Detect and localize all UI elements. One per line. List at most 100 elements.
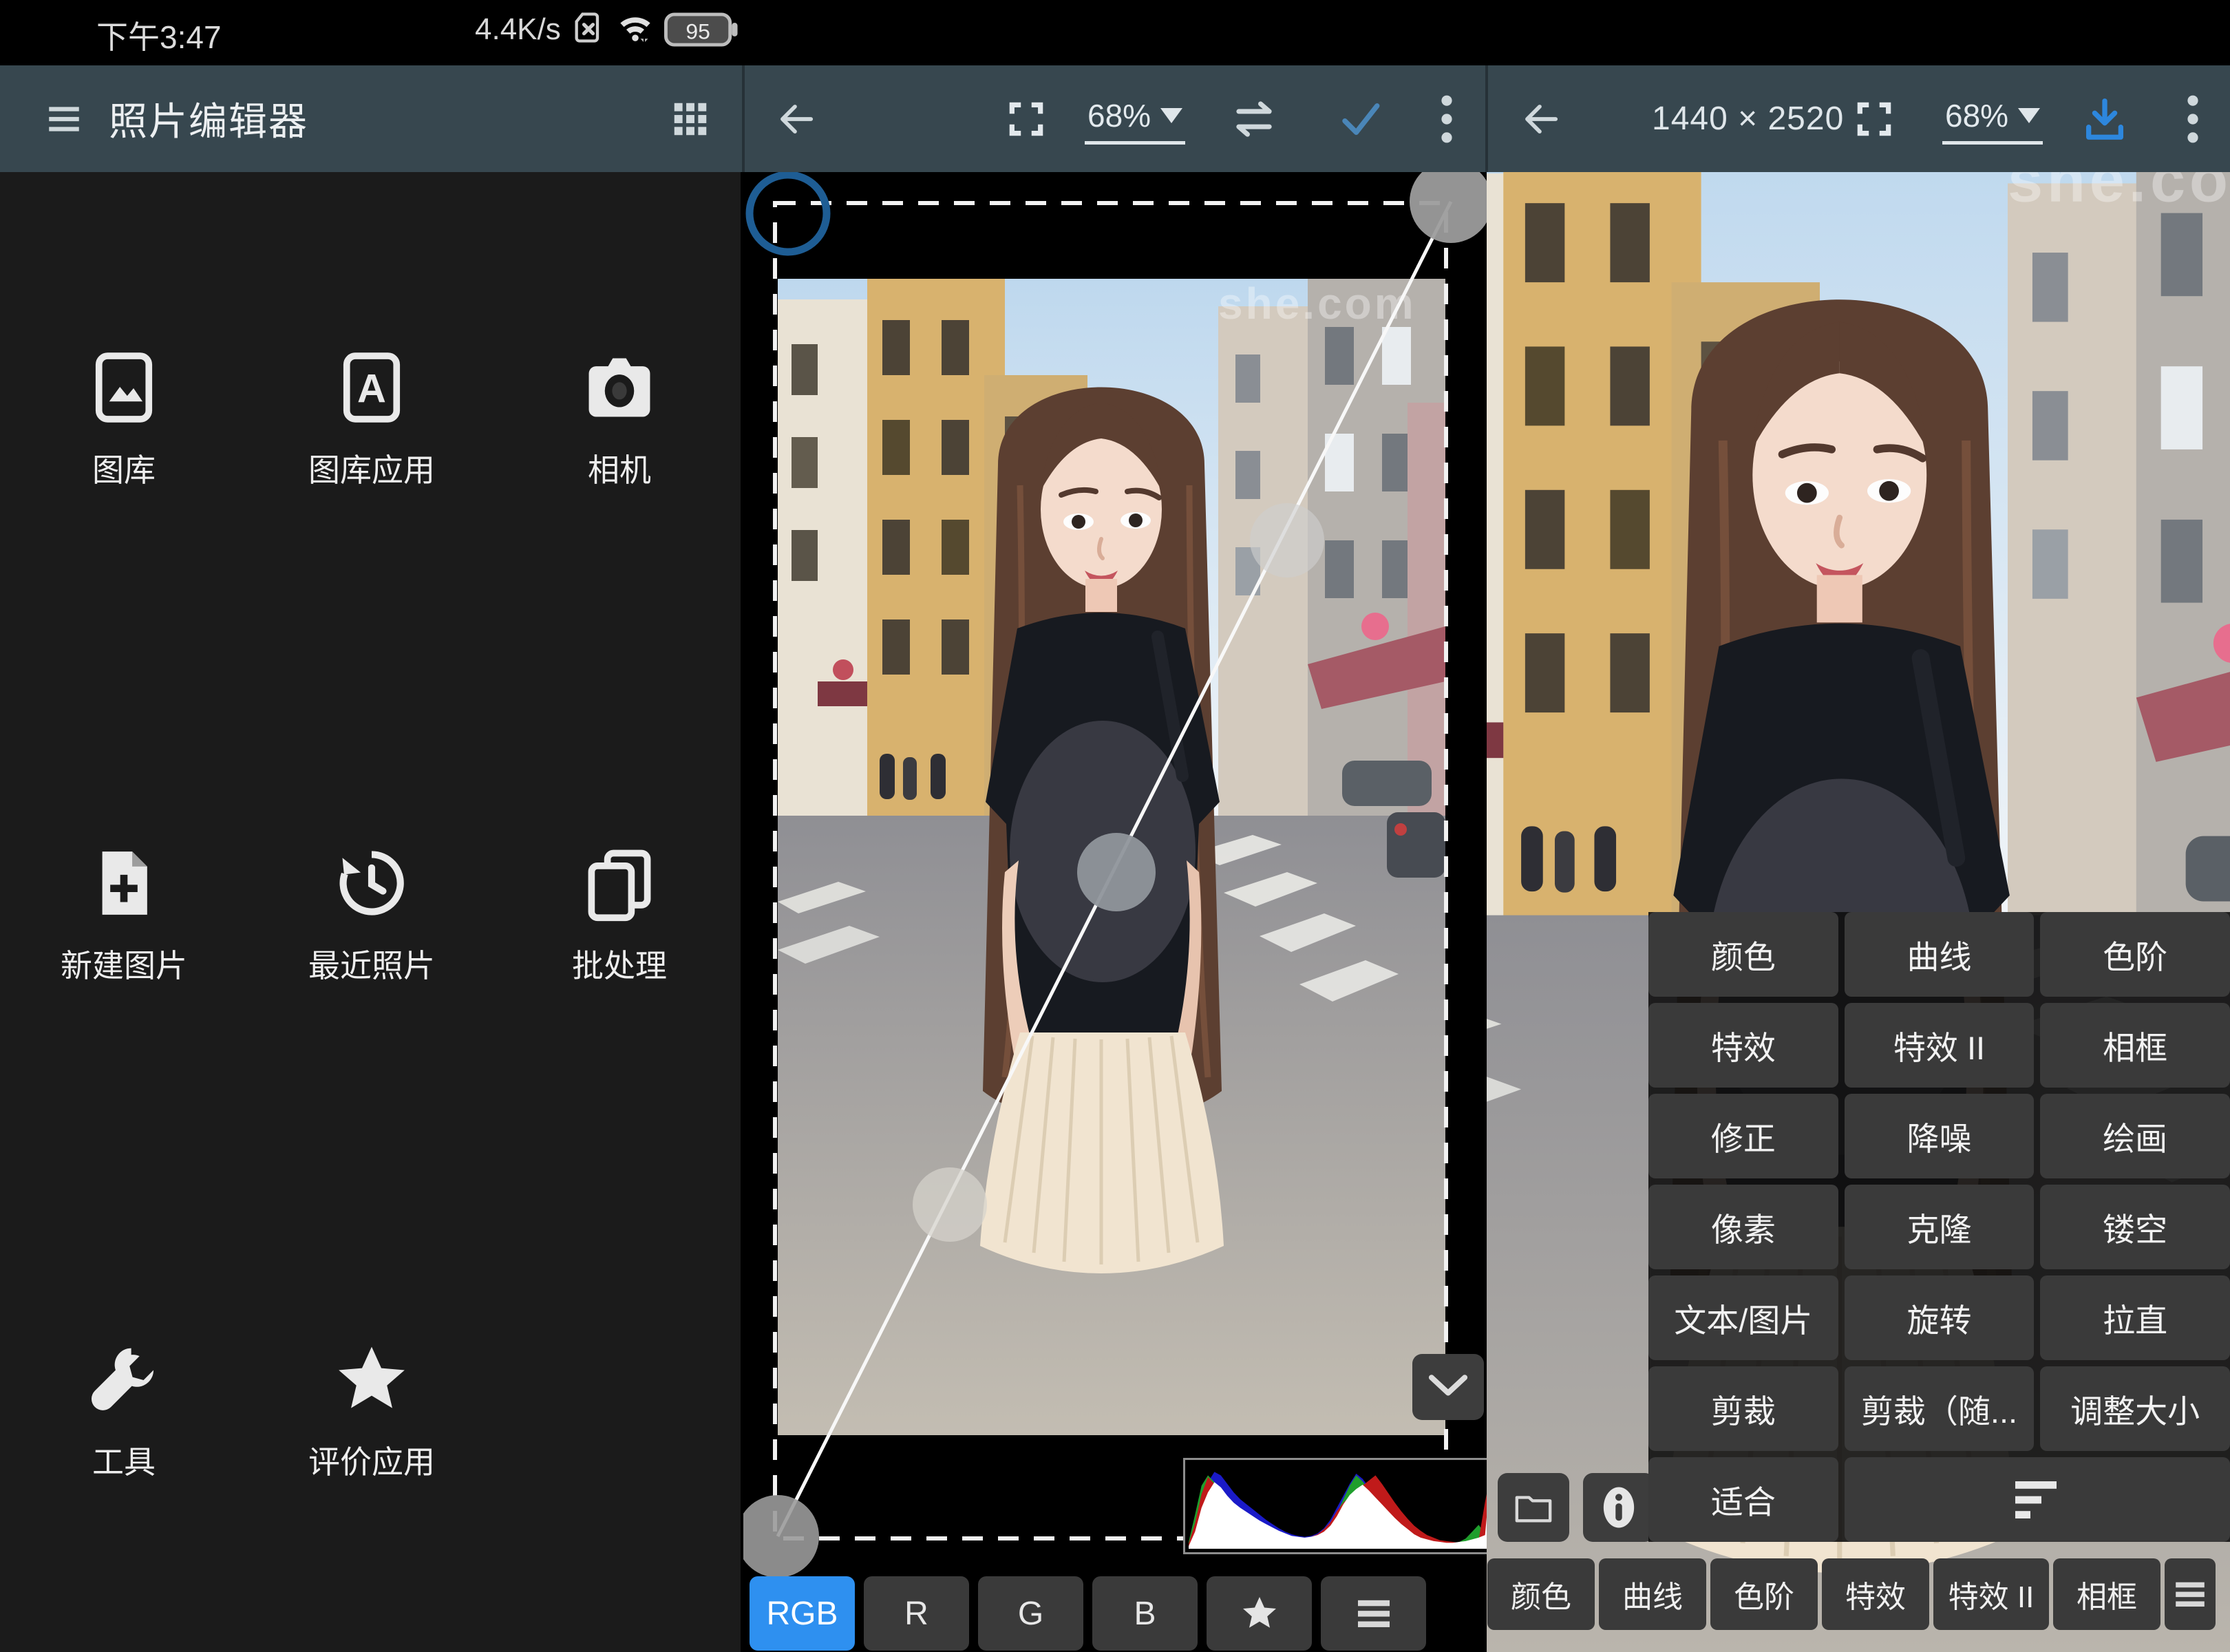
gallery-app-icon: A — [332, 348, 412, 427]
channel-tab-g[interactable]: G — [978, 1576, 1083, 1651]
menu-item-rotate[interactable]: 旋转 — [1845, 1275, 2035, 1360]
battery-level: 95 — [686, 19, 710, 43]
histogram-chart — [1189, 1463, 1487, 1549]
open-folder-button[interactable] — [1498, 1473, 1569, 1542]
channel-tab-rgb[interactable]: RGB — [750, 1576, 855, 1651]
zoom-value-right: 68% — [1945, 97, 2008, 134]
chevron-down-icon — [2018, 108, 2040, 123]
menu-item-crop-free[interactable]: 剪裁（随... — [1845, 1366, 2035, 1451]
channel-tab-r[interactable]: R — [864, 1576, 969, 1651]
editing-photo[interactable] — [778, 279, 1445, 1435]
crop-free-icon[interactable] — [995, 65, 1057, 172]
sidebar-item-gallery-app[interactable]: A 图库应用 — [262, 348, 482, 491]
sidebar-item-label: 图库应用 — [308, 445, 435, 491]
menu-item-levels[interactable]: 色阶 — [2040, 912, 2230, 997]
sidebar-item-camera[interactable]: 相机 — [509, 348, 730, 491]
menu-item-curves[interactable]: 曲线 — [1845, 912, 2035, 997]
sidebar-item-label: 评价应用 — [308, 1437, 435, 1483]
sidebar-item-label: 最近照片 — [308, 941, 435, 986]
more-icon-right[interactable] — [2165, 65, 2220, 172]
sidebar-item-label: 新建图片 — [61, 941, 187, 986]
zoom-dropdown-right[interactable]: 68% — [1942, 65, 2043, 172]
sidebar-item-rate-app[interactable]: 评价应用 — [262, 1339, 482, 1483]
menu-item-text-image[interactable]: 文本/图片 — [1648, 1275, 1838, 1360]
tools-bar-menu-button[interactable] — [2165, 1558, 2216, 1630]
menu-item-correction[interactable]: 修正 — [1648, 1094, 1838, 1178]
menu-item-effects[interactable]: 特效 — [1648, 1003, 1838, 1088]
folder-icon — [1514, 1490, 1553, 1525]
menu-item-resize[interactable]: 调整大小 — [2040, 1366, 2230, 1451]
menu-item-color[interactable]: 颜色 — [1648, 912, 1838, 997]
tools-bar-effects[interactable]: 特效 — [1822, 1558, 1929, 1630]
crop-free-icon-right[interactable] — [1843, 65, 1905, 172]
grid-view-icon[interactable] — [659, 65, 721, 172]
page-title: 照片编辑器 — [109, 65, 308, 172]
menu-item-frame[interactable]: 相框 — [2040, 1003, 2230, 1088]
list-icon — [2172, 1579, 2208, 1609]
tools-bar-effects-2[interactable]: 特效 II — [1933, 1558, 2049, 1630]
menu-item-clone[interactable]: 克隆 — [1845, 1185, 2035, 1269]
canvas-pane — [743, 172, 1487, 1652]
menu-sort-button[interactable] — [1845, 1457, 2230, 1542]
menu-item-effects-2[interactable]: 特效 II — [1845, 1003, 2035, 1088]
wifi-icon — [616, 10, 655, 49]
menu-item-cutout[interactable]: 镂空 — [2040, 1185, 2230, 1269]
sidebar-item-label: 相机 — [588, 445, 651, 491]
battery-icon: 95 — [664, 11, 739, 48]
tools-bar-frame[interactable]: 相框 — [2053, 1558, 2160, 1630]
star-icon — [332, 1339, 412, 1419]
sidebar-item-new-image[interactable]: 新建图片 — [14, 843, 234, 986]
new-image-icon — [84, 843, 164, 923]
menu-item-paint[interactable]: 绘画 — [2040, 1094, 2230, 1178]
collapse-panel-button[interactable] — [1412, 1354, 1484, 1420]
sidebar-item-label: 图库 — [92, 445, 156, 491]
back-icon-right[interactable] — [1509, 65, 1571, 172]
sidebar-item-label: 批处理 — [572, 941, 667, 986]
zoom-dropdown-center[interactable]: 68% — [1085, 65, 1185, 172]
clock: 下午3:47 — [96, 12, 222, 58]
channel-bar: RGB R G B — [750, 1576, 1426, 1651]
batch-icon — [580, 843, 659, 923]
channel-menu-button[interactable] — [1321, 1576, 1426, 1651]
download-icon[interactable] — [2070, 65, 2139, 172]
confirm-icon[interactable] — [1327, 65, 1393, 172]
curve-origin-ring[interactable] — [750, 175, 827, 252]
preview-pane: 颜色 曲线 色阶 特效 特效 II 相框 修正 降噪 绘画 像素 克隆 镂空 文… — [1487, 172, 2230, 1652]
more-icon-center[interactable] — [1419, 65, 1474, 172]
camera-icon — [580, 348, 659, 427]
list-icon — [1354, 1598, 1394, 1629]
menu-icon[interactable] — [33, 65, 95, 172]
swap-icon[interactable] — [1220, 65, 1288, 172]
channel-tab-b[interactable]: B — [1092, 1576, 1198, 1651]
tools-bar-color[interactable]: 颜色 — [1487, 1558, 1595, 1630]
menu-item-crop[interactable]: 剪裁 — [1648, 1366, 1838, 1451]
histogram-panel — [1183, 1458, 1487, 1554]
chevron-down-icon — [1160, 108, 1182, 123]
sort-icon — [2007, 1477, 2068, 1523]
sidebar-item-tools[interactable]: 工具 — [14, 1339, 234, 1483]
menu-item-pixel[interactable]: 像素 — [1648, 1185, 1838, 1269]
no-sim-icon — [571, 10, 606, 49]
back-icon[interactable] — [764, 65, 826, 172]
tools-bar-levels[interactable]: 色阶 — [1710, 1558, 1818, 1630]
curve-point-handle[interactable] — [743, 1495, 819, 1578]
sidebar: 图库 A 图库应用 相机 新建图片 最近照片 — [0, 172, 741, 1652]
status-bar: 下午3:47 4.4K/s 95 — [0, 0, 2230, 65]
menu-item-denoise[interactable]: 降噪 — [1845, 1094, 2035, 1178]
zoom-value: 68% — [1087, 97, 1151, 134]
favorite-button[interactable] — [1207, 1576, 1312, 1651]
network-speed: 4.4K/s — [475, 12, 561, 47]
curve-point-handle[interactable] — [1410, 172, 1487, 243]
sidebar-item-batch[interactable]: 批处理 — [509, 843, 730, 986]
photo-editor-screen: 下午3:47 4.4K/s 95 照片编辑器 — [0, 0, 2230, 1652]
sidebar-item-gallery[interactable]: 图库 — [14, 348, 234, 491]
bottom-tools-bar: 颜色 曲线 色阶 特效 特效 II 相框 — [1487, 1558, 2216, 1630]
tools-bar-curves[interactable]: 曲线 — [1599, 1558, 1706, 1630]
image-dimensions: 1440 × 2520 — [1652, 65, 1844, 172]
info-icon — [1601, 1486, 1637, 1529]
menu-item-fit[interactable]: 适合 — [1648, 1457, 1838, 1542]
gallery-icon — [84, 348, 164, 427]
sidebar-item-recent-photos[interactable]: 最近照片 — [262, 843, 482, 986]
menu-item-straighten[interactable]: 拉直 — [2040, 1275, 2230, 1360]
image-info-button[interactable] — [1583, 1473, 1655, 1542]
